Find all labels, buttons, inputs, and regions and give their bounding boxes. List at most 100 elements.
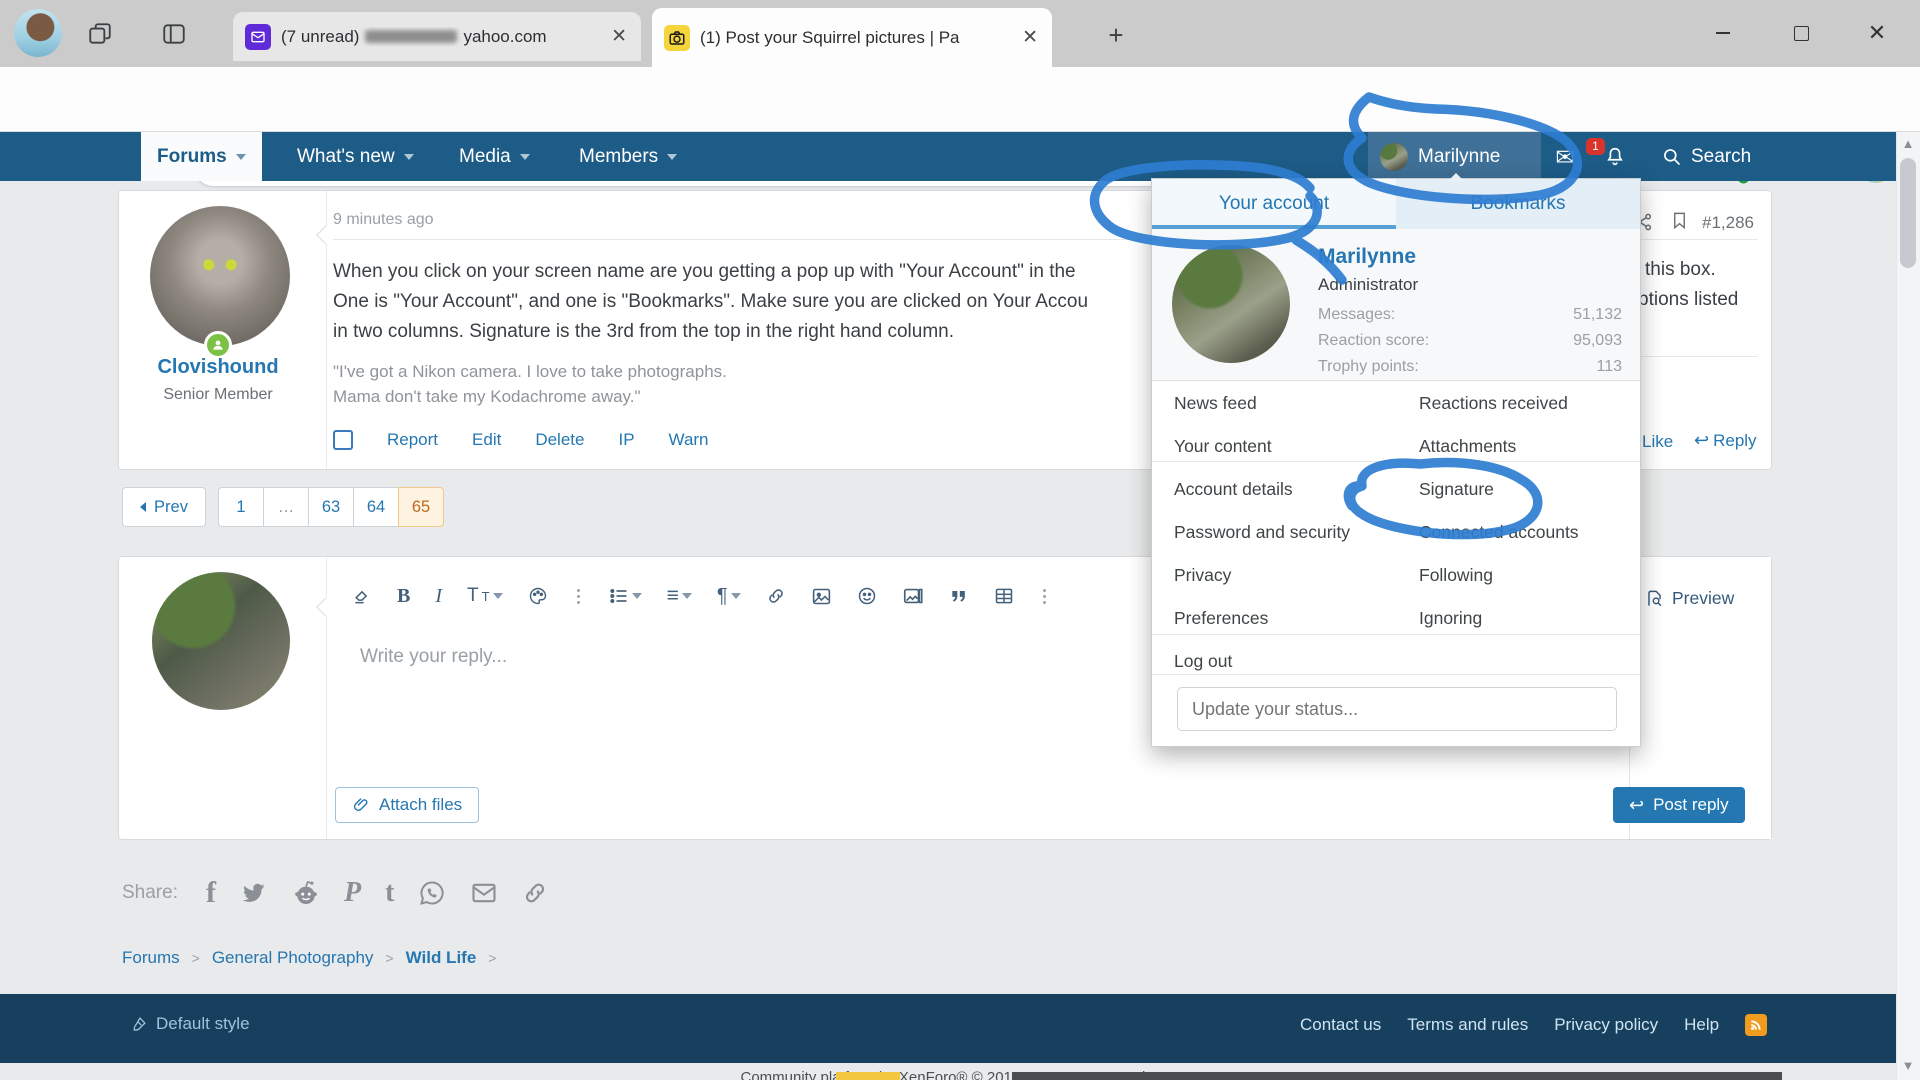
user-name-label: Marilynne xyxy=(1418,146,1500,168)
align-icon[interactable]: ≡ xyxy=(667,584,692,608)
menu-attachments[interactable]: Attachments xyxy=(1419,436,1516,457)
more-tools-icon[interactable] xyxy=(577,595,580,598)
new-tab-button[interactable]: + xyxy=(1098,20,1134,50)
insert-media-icon[interactable] xyxy=(902,585,924,607)
alerts-bell-icon[interactable] xyxy=(1602,144,1628,170)
scroll-up-icon[interactable]: ▲ xyxy=(1899,136,1917,151)
current-user-avatar[interactable] xyxy=(152,572,290,710)
smilies-icon[interactable] xyxy=(857,586,877,606)
rss-icon[interactable] xyxy=(1745,1014,1767,1036)
breadcrumb-wild-life[interactable]: Wild Life xyxy=(406,948,477,968)
menu-reactions-received[interactable]: Reactions received xyxy=(1419,393,1568,414)
taskbar-peek-yellow xyxy=(836,1072,900,1080)
scroll-down-icon[interactable]: ▼ xyxy=(1899,1058,1917,1073)
menu-your-content[interactable]: Your content xyxy=(1174,436,1272,457)
pinterest-share-icon[interactable]: P xyxy=(344,877,361,909)
status-input[interactable] xyxy=(1177,687,1617,731)
menu-ignoring[interactable]: Ignoring xyxy=(1419,608,1482,629)
workspaces-icon[interactable] xyxy=(84,18,116,50)
account-avatar[interactable] xyxy=(1172,245,1290,363)
terms-rules-link[interactable]: Terms and rules xyxy=(1407,1015,1528,1035)
pagination-prev-button[interactable]: Prev xyxy=(122,487,206,527)
help-link[interactable]: Help xyxy=(1684,1015,1719,1035)
scrollbar-thumb[interactable] xyxy=(1900,158,1916,268)
insert-image-icon[interactable] xyxy=(811,586,832,607)
menu-privacy[interactable]: Privacy xyxy=(1174,565,1231,586)
menu-news-feed[interactable]: News feed xyxy=(1174,393,1257,414)
attach-files-button[interactable]: Attach files xyxy=(335,787,479,823)
post-number[interactable]: #1,286 xyxy=(1702,213,1754,233)
page-button-63[interactable]: 63 xyxy=(308,487,354,527)
bookmark-icon[interactable] xyxy=(1670,211,1689,230)
page-button-1[interactable]: 1 xyxy=(218,487,264,527)
page-button-65-current[interactable]: 65 xyxy=(398,487,444,527)
browser-tab-forum[interactable]: (1) Post your Squirrel pictures | Pa ✕ xyxy=(652,8,1052,67)
delete-link[interactable]: Delete xyxy=(535,430,584,450)
browser-profile-avatar[interactable] xyxy=(14,9,62,57)
nav-item-media[interactable]: Media xyxy=(443,132,546,181)
menu-account-details[interactable]: Account details xyxy=(1174,479,1293,500)
author-name-link[interactable]: Clovishound xyxy=(118,356,318,379)
menu-following[interactable]: Following xyxy=(1419,565,1493,586)
contact-us-link[interactable]: Contact us xyxy=(1300,1015,1381,1035)
tab-close-icon[interactable]: ✕ xyxy=(609,25,629,48)
quote-icon[interactable] xyxy=(949,586,969,606)
tumblr-share-icon[interactable]: t xyxy=(385,877,394,909)
nav-item-whats-new[interactable]: What's new xyxy=(281,132,430,181)
vertical-tabs-icon[interactable] xyxy=(158,18,190,50)
menu-password-security[interactable]: Password and security xyxy=(1174,522,1350,543)
privacy-policy-link[interactable]: Privacy policy xyxy=(1554,1015,1658,1035)
text-color-icon[interactable] xyxy=(528,586,548,606)
tab-close-icon[interactable]: ✕ xyxy=(1020,26,1040,49)
warn-link[interactable]: Warn xyxy=(669,430,709,450)
reply-label: Reply xyxy=(1713,431,1756,451)
account-name-link[interactable]: Marilynne xyxy=(1318,245,1416,269)
menu-log-out[interactable]: Log out xyxy=(1174,651,1232,672)
nav-item-members[interactable]: Members xyxy=(563,132,693,181)
twitter-share-icon[interactable] xyxy=(240,879,268,907)
scrollbar-track[interactable] xyxy=(1896,132,1920,1080)
reddit-share-icon[interactable] xyxy=(292,879,320,907)
style-chooser[interactable]: Default style xyxy=(130,1014,250,1034)
search-button[interactable]: Search xyxy=(1662,132,1751,181)
remove-format-icon[interactable] xyxy=(352,586,372,606)
screenshot-stage: (7 unread) yahoo.com ✕ (1) Post your Squ… xyxy=(0,0,1920,1080)
close-window-button[interactable]: ✕ xyxy=(1854,14,1900,52)
list-icon[interactable] xyxy=(609,586,642,606)
more-toolbar-icon[interactable] xyxy=(1043,595,1046,598)
minimize-button[interactable] xyxy=(1700,14,1746,52)
reply-textbox[interactable]: Write your reply... xyxy=(360,646,507,668)
copy-link-share-icon[interactable] xyxy=(522,880,548,906)
select-post-checkbox[interactable] xyxy=(333,430,353,450)
like-link[interactable]: Like xyxy=(1642,432,1673,452)
whatsapp-share-icon[interactable] xyxy=(418,879,446,907)
email-share-icon[interactable] xyxy=(470,879,498,907)
page-button-64[interactable]: 64 xyxy=(353,487,399,527)
italic-icon[interactable]: I xyxy=(435,585,442,608)
insert-link-icon[interactable] xyxy=(766,586,786,606)
report-link[interactable]: Report xyxy=(387,430,438,450)
browser-tab-mail[interactable]: (7 unread) yahoo.com ✕ xyxy=(233,12,641,61)
restore-button[interactable] xyxy=(1778,14,1824,52)
tab-your-account[interactable]: Your account xyxy=(1152,179,1396,229)
menu-preferences[interactable]: Preferences xyxy=(1174,608,1268,629)
bold-icon[interactable]: B xyxy=(397,585,410,608)
reply-link[interactable]: ↩ Reply xyxy=(1694,430,1757,451)
paragraph-format-icon[interactable]: ¶ xyxy=(717,585,741,608)
nav-item-forums[interactable]: Forums xyxy=(141,132,262,181)
post-reply-button[interactable]: ↩ Post reply xyxy=(1613,787,1745,823)
preview-button[interactable]: Preview xyxy=(1645,588,1734,609)
edit-link[interactable]: Edit xyxy=(472,430,501,450)
post-timestamp[interactable]: 9 minutes ago xyxy=(333,211,434,229)
ip-link[interactable]: IP xyxy=(618,430,634,450)
breadcrumb-general-photography[interactable]: General Photography xyxy=(212,948,374,968)
menu-signature[interactable]: Signature xyxy=(1419,479,1494,500)
menu-connected-accounts[interactable]: Connected accounts xyxy=(1419,522,1579,543)
breadcrumb-forums[interactable]: Forums xyxy=(122,948,180,968)
insert-table-icon[interactable] xyxy=(994,586,1014,606)
facebook-share-icon[interactable]: f xyxy=(206,876,216,910)
author-avatar[interactable] xyxy=(150,206,290,346)
inbox-envelope-icon[interactable]: ✉ xyxy=(1552,144,1578,170)
tab-bookmarks[interactable]: Bookmarks xyxy=(1396,179,1640,229)
font-size-icon[interactable]: TT xyxy=(467,585,503,607)
